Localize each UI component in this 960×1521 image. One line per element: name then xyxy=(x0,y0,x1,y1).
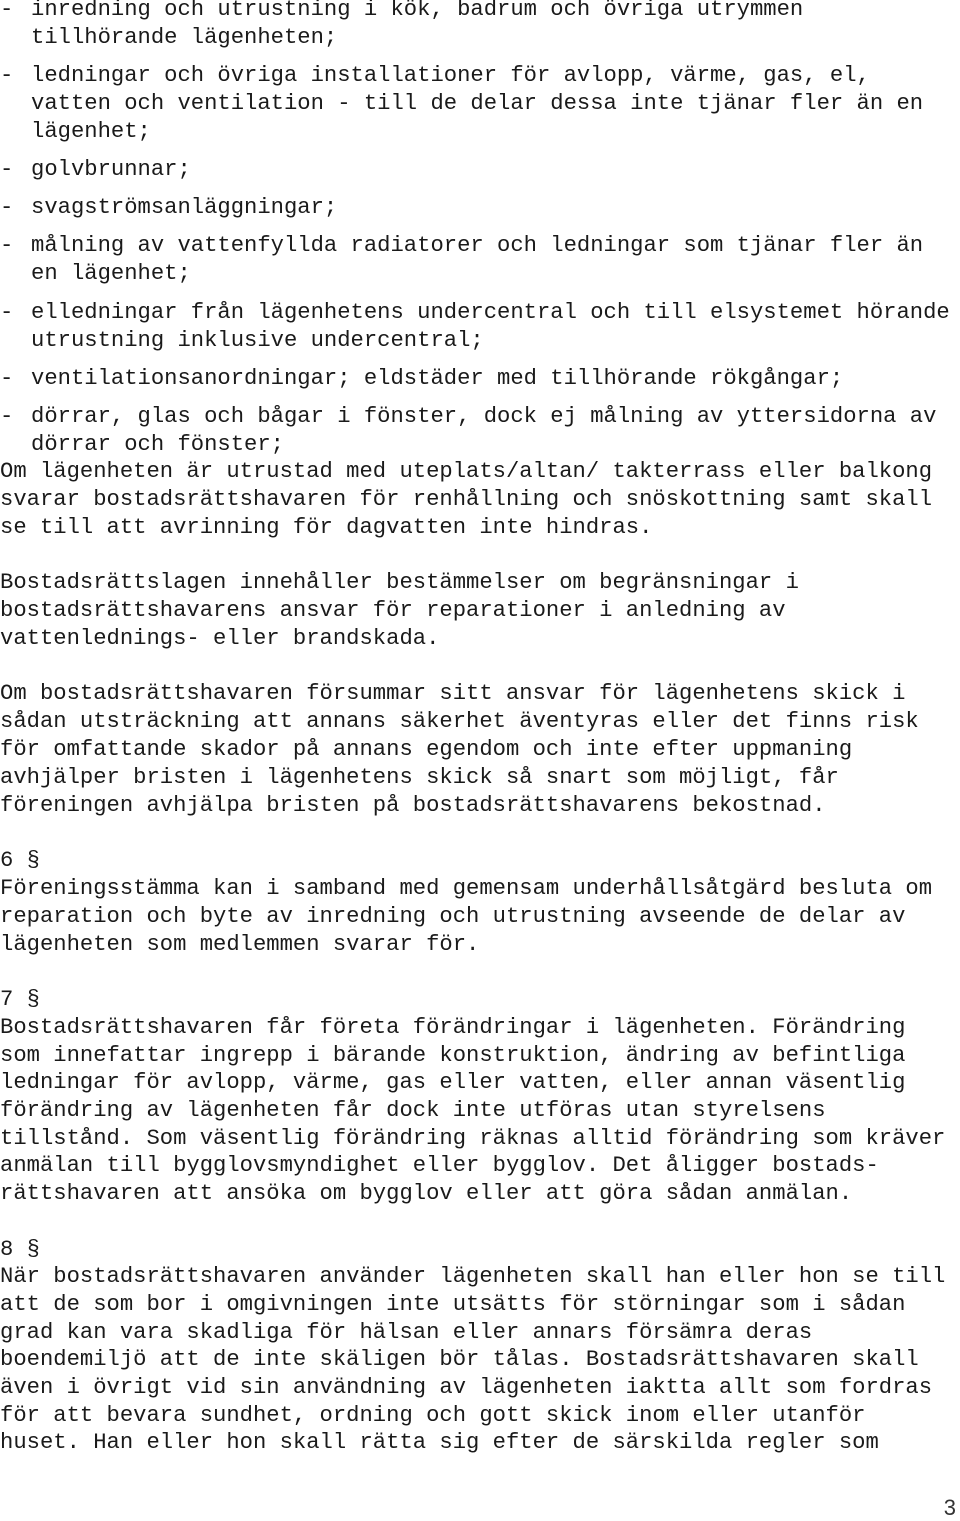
bullet-text-line: lägenhet; xyxy=(31,119,151,144)
section-line: för att bevara sundhet, ordning och gott… xyxy=(0,1403,866,1428)
section-heading: 6 § xyxy=(0,848,40,873)
section-line: lägenheten som medlemmen svarar för. xyxy=(0,932,480,957)
paragraph-line: se till att avrinning för dagvatten inte… xyxy=(0,515,653,540)
bullet-marker: - xyxy=(0,404,14,429)
paragraph-line: sådan utsträckning att annans säkerhet ä… xyxy=(0,709,919,734)
section-line: även i övrigt vid sin användning av läge… xyxy=(0,1375,933,1400)
section-line: anmälan till bygglovsmyndighet eller byg… xyxy=(0,1153,879,1178)
bullet-marker: - xyxy=(0,233,14,258)
section-line: ledningar för avlopp, värme, gas eller v… xyxy=(0,1070,906,1095)
bullet-text-line: ventilationsanordningar; eldstäder med t… xyxy=(31,366,844,391)
section-line: förändring av lägenheten får dock inte u… xyxy=(0,1098,826,1123)
bullet-text-line: en lägenhet; xyxy=(31,261,191,286)
section-heading: 8 § xyxy=(0,1237,40,1262)
paragraph-line: bostadsrättshavarens ansvar för reparati… xyxy=(0,598,786,623)
bullet-text-line: utrustning inklusive undercentral; xyxy=(31,328,484,353)
bullet-text-line: svagströmsanläggningar; xyxy=(31,195,338,220)
bullet-text-line: elledningar från lägenhetens undercentra… xyxy=(31,300,950,325)
section-line: rättshavaren att ansöka om bygglov eller… xyxy=(0,1181,853,1206)
bullet-text-line: dörrar och fönster; xyxy=(31,432,284,457)
paragraph-line: Om bostadsrättshavaren försummar sitt an… xyxy=(0,681,906,706)
section-line: grad kan vara skadliga för hälsan eller … xyxy=(0,1320,813,1345)
bullet-text-line: målning av vattenfyllda radiatorer och l… xyxy=(31,233,924,258)
paragraph-line: föreningen avhjälpa bristen på bostadsrä… xyxy=(0,793,826,818)
paragraph-line: vattenlednings- eller brandskada. xyxy=(0,626,440,651)
bullet-text-line: golvbrunnar; xyxy=(31,157,191,182)
section-line: Föreningsstämma kan i samband med gemens… xyxy=(0,876,933,901)
bullet-text-line: ledningar och övriga installationer för … xyxy=(31,63,870,88)
paragraph-line: för omfattande skador på annans egendom … xyxy=(0,737,853,762)
paragraph-line: avhjälper bristen i lägenhetens skick så… xyxy=(0,765,839,790)
paragraph-line: Bostadsrättslagen innehåller bestämmelse… xyxy=(0,570,799,595)
section-line: huset. Han eller hon skall rätta sig eft… xyxy=(0,1430,879,1455)
bullet-marker: - xyxy=(0,157,14,182)
section-line: reparation och byte av inredning och utr… xyxy=(0,904,906,929)
bullet-text-line: vatten och ventilation - till de delar d… xyxy=(31,91,924,116)
bullet-marker: - xyxy=(0,0,14,22)
bullet-marker: - xyxy=(0,195,14,220)
section-line: När bostadsrättshavaren använder lägenhe… xyxy=(0,1264,946,1289)
section-line: boendemiljö att de inte skäligen bör tål… xyxy=(0,1347,919,1372)
bullet-marker: - xyxy=(0,300,14,325)
section-line: tillstånd. Som väsentlig förändring räkn… xyxy=(0,1126,946,1151)
bullet-text-line: tillhörande lägenheten; xyxy=(31,25,338,50)
page-number: 3 xyxy=(943,1495,956,1520)
section-line: att de som bor i omgivningen inte utsätt… xyxy=(0,1292,906,1317)
section-heading: 7 § xyxy=(0,987,40,1012)
paragraph-line: Om lägenheten är utrustad med uteplats/a… xyxy=(0,459,933,484)
section-line: Bostadsrättshavaren får företa förändrin… xyxy=(0,1015,906,1040)
section-line: som innefattar ingrepp i bärande konstru… xyxy=(0,1043,906,1068)
paragraph-line: svarar bostadsrättshavaren för renhållni… xyxy=(0,487,933,512)
bullet-marker: - xyxy=(0,366,14,391)
bullet-text-line: dörrar, glas och bågar i fönster, dock e… xyxy=(31,404,937,429)
bullet-text-line: inredning och utrustning i kök, badrum o… xyxy=(31,0,804,22)
bullet-marker: - xyxy=(0,63,14,88)
